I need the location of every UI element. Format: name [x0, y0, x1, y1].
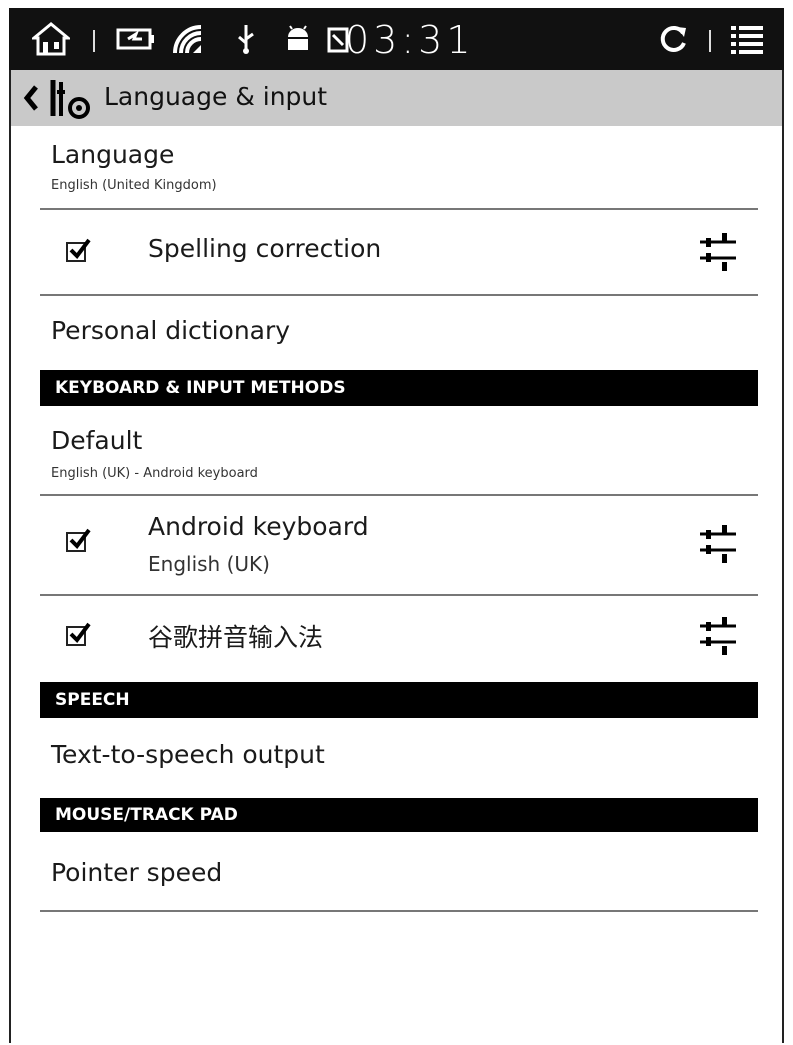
- section-header-label: KEYBOARD & INPUT METHODS: [55, 378, 346, 398]
- item-title: Pointer speed: [51, 858, 223, 887]
- status-clock: 03:31: [345, 18, 475, 62]
- android-icon: [283, 22, 313, 56]
- item-summary: English (United Kingdom): [51, 178, 217, 193]
- menu-icon[interactable]: [727, 22, 767, 56]
- text-to-speech-item[interactable]: Text-to-speech output: [40, 718, 758, 796]
- item-title: Spelling correction: [148, 234, 382, 263]
- section-header-speech: SPEECH: [40, 682, 758, 718]
- item-summary: English (UK) - Android keyboard: [51, 466, 258, 481]
- status-separator: [93, 30, 95, 52]
- default-input-item[interactable]: Default English (UK) - Android keyboard: [40, 406, 758, 494]
- android-keyboard-checkbox[interactable]: [66, 528, 91, 552]
- item-title: Android keyboard: [148, 512, 369, 541]
- pinyin-input-item[interactable]: 谷歌拼音输入法: [40, 596, 758, 680]
- spelling-correction-checkbox[interactable]: [66, 238, 91, 262]
- usb-icon: [233, 22, 259, 56]
- pinyin-checkbox[interactable]: [66, 622, 91, 646]
- settings-sliders-icon[interactable]: [698, 616, 738, 656]
- item-title: Default: [51, 426, 143, 455]
- android-keyboard-item[interactable]: Android keyboard English (UK): [40, 496, 758, 594]
- spelling-correction-item[interactable]: Spelling correction: [40, 210, 758, 294]
- action-bar: Language & input: [11, 70, 782, 126]
- item-title: Text-to-speech output: [51, 740, 325, 769]
- status-bar: 03:31: [9, 8, 784, 70]
- item-summary: English (UK): [148, 552, 270, 576]
- battery-charging-icon: [115, 22, 157, 56]
- personal-dictionary-item[interactable]: Personal dictionary: [40, 296, 758, 368]
- page-title: Language & input: [104, 82, 328, 111]
- divider: [40, 910, 758, 912]
- section-header-label: SPEECH: [55, 690, 130, 710]
- pointer-speed-item[interactable]: Pointer speed: [40, 832, 758, 910]
- refresh-icon[interactable]: [657, 22, 691, 56]
- home-icon[interactable]: [31, 22, 71, 56]
- section-header-label: MOUSE/TRACK PAD: [55, 805, 238, 825]
- settings-sliders-icon[interactable]: [698, 524, 738, 564]
- item-title: 谷歌拼音输入法: [148, 623, 324, 652]
- wifi-icon: [169, 22, 209, 56]
- chevron-left-icon[interactable]: [23, 84, 39, 116]
- section-header-mouse: MOUSE/TRACK PAD: [40, 798, 758, 832]
- language-item[interactable]: Language English (United Kingdom): [40, 126, 758, 208]
- settings-sliders-icon[interactable]: [698, 232, 738, 272]
- section-header-keyboard: KEYBOARD & INPUT METHODS: [40, 370, 758, 406]
- item-title: Personal dictionary: [51, 316, 291, 345]
- settings-tools-icon: [47, 78, 93, 124]
- status-separator: [709, 30, 711, 52]
- item-title: Language: [51, 140, 175, 169]
